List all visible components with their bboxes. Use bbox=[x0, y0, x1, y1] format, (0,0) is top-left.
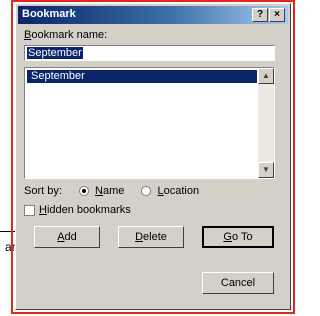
bookmark-name-input[interactable]: September bbox=[24, 45, 275, 61]
scroll-down-icon[interactable]: ▼ bbox=[258, 162, 274, 178]
sort-name-label[interactable]: Name bbox=[95, 185, 124, 197]
help-icon[interactable]: ? bbox=[252, 8, 268, 22]
cancel-button[interactable]: Cancel bbox=[202, 272, 274, 294]
bookmark-dialog: Bookmark ? × Bookmark name: September Se… bbox=[15, 3, 291, 310]
list-scrollbar[interactable]: ▲ ▼ bbox=[258, 68, 274, 178]
title-bar[interactable]: Bookmark ? × bbox=[18, 6, 288, 24]
sort-location-radio[interactable] bbox=[141, 186, 152, 197]
sort-location-label[interactable]: Location bbox=[158, 185, 200, 197]
bookmark-list[interactable]: September ▲ ▼ bbox=[24, 67, 275, 179]
dialog-title: Bookmark bbox=[22, 8, 76, 20]
hidden-bookmarks-row[interactable]: Hidden bookmarks bbox=[24, 204, 131, 216]
sort-by-label: Sort by: bbox=[24, 185, 62, 198]
sort-by-row: Sort by: Name Location bbox=[24, 185, 199, 197]
add-button[interactable]: Add bbox=[34, 226, 100, 248]
list-item[interactable]: September bbox=[27, 70, 257, 83]
close-icon[interactable]: × bbox=[269, 8, 285, 22]
bookmark-name-label: Bookmark name: bbox=[24, 29, 108, 41]
go-to-button[interactable]: Go To bbox=[202, 226, 274, 248]
scroll-up-icon[interactable]: ▲ bbox=[258, 68, 274, 84]
bookmark-name-value: September bbox=[27, 47, 83, 59]
hidden-bookmarks-label[interactable]: Hidden bookmarks bbox=[39, 204, 131, 216]
delete-button[interactable]: Delete bbox=[118, 226, 184, 248]
hidden-bookmarks-checkbox[interactable] bbox=[24, 204, 35, 216]
sort-name-radio[interactable] bbox=[78, 186, 89, 197]
